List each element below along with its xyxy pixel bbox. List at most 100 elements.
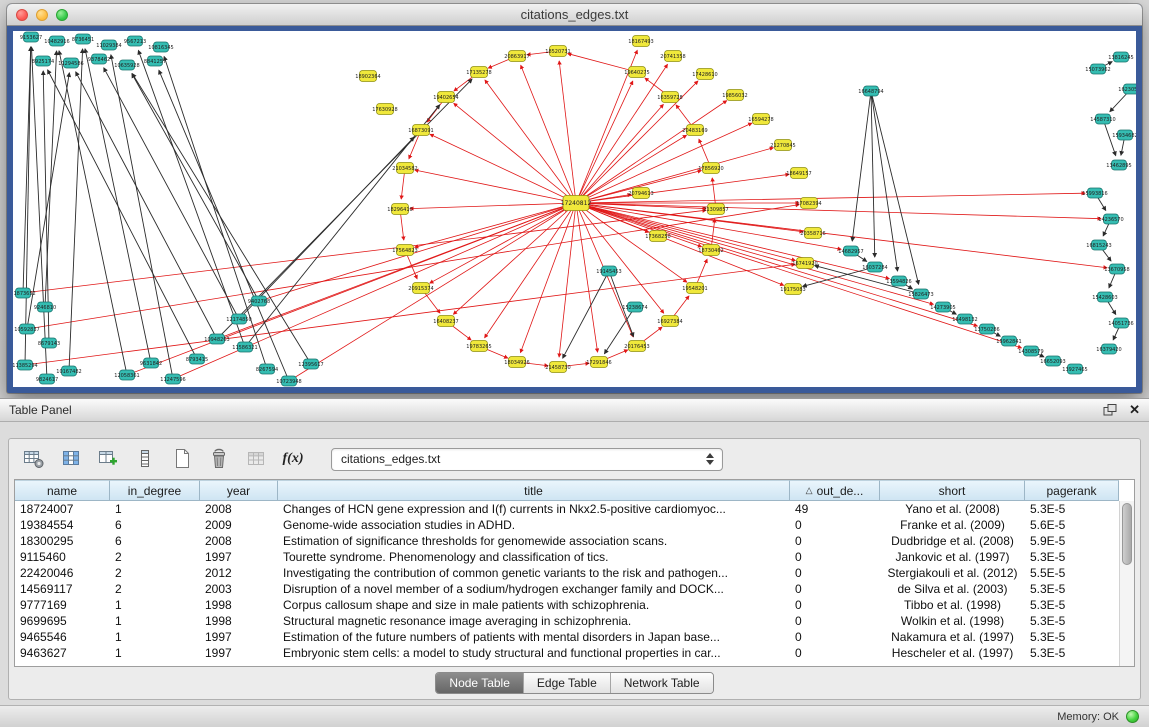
graph-node[interactable]: 17240812	[561, 196, 592, 211]
graph-node[interactable]: 19548201	[682, 283, 707, 294]
graph-node[interactable]: 9631842	[140, 358, 162, 368]
graph-node[interactable]: 18730462	[698, 245, 723, 256]
graph-node[interactable]: 16741920	[792, 258, 817, 269]
table-row[interactable]: 1456911722003Disruption of a novel membe…	[15, 581, 1134, 597]
graph-node[interactable]: 11873652	[13, 288, 36, 298]
tab-edge-table[interactable]: Edge Table	[524, 673, 611, 693]
graph-node[interactable]: 20358716	[800, 228, 825, 239]
table-row[interactable]: 2242004622012Investigating the contribut…	[15, 565, 1134, 581]
graph-node[interactable]: 17630928	[372, 104, 397, 115]
graph-node[interactable]: 8679143	[38, 338, 60, 348]
graph-node[interactable]: 12395617	[298, 359, 323, 369]
graph-node[interactable]: 13927465	[1062, 364, 1087, 374]
graph-node[interactable]: 20915374	[408, 283, 433, 294]
graph-node[interactable]: 15826473	[908, 289, 933, 299]
graph-node[interactable]: 15962841	[996, 336, 1021, 346]
graph-node[interactable]: 16379420	[1096, 344, 1121, 354]
graph-node[interactable]: 11029384	[96, 40, 121, 50]
graph-node[interactable]: 9246810	[34, 302, 56, 312]
graph-node[interactable]: 14051736	[1108, 318, 1133, 328]
graph-node[interactable]: 10482916	[44, 36, 69, 46]
graph-node[interactable]: 14273905	[930, 302, 955, 312]
graph-node[interactable]: 17856920	[698, 163, 723, 174]
graph-node[interactable]: 14236570	[1098, 214, 1123, 224]
graph-node[interactable]: 9824617	[36, 374, 58, 384]
graph-node[interactable]: 20741358	[660, 51, 685, 62]
table-row[interactable]: 911546021997Tourette syndrome. Phenomeno…	[15, 549, 1134, 565]
tab-node-table[interactable]: Node Table	[436, 673, 524, 693]
column-header-name[interactable]: name	[15, 480, 110, 501]
graph-node[interactable]: 18296410	[387, 204, 412, 215]
graph-node[interactable]: 17082394	[796, 198, 821, 209]
graph-node[interactable]: 9567213	[124, 36, 146, 46]
table-row[interactable]: 969969511998Structural magnetic resonanc…	[15, 613, 1134, 629]
graph-node[interactable]: 10816345	[148, 42, 173, 52]
graph-node[interactable]: 8841257	[144, 56, 166, 66]
graph-node[interactable]: 17135278	[466, 67, 491, 78]
graph-node[interactable]: 21309857	[703, 204, 728, 215]
column-header-short[interactable]: short	[880, 480, 1025, 501]
graph-node[interactable]: 19402654	[433, 92, 458, 103]
graph-node[interactable]: 16230587	[1118, 84, 1136, 94]
graph-node[interactable]: 8267594	[256, 364, 278, 374]
close-panel-icon[interactable]: ✕	[1129, 402, 1140, 418]
graph-node[interactable]: 9402768	[248, 296, 270, 306]
graph-node[interactable]: 16648794	[858, 86, 883, 96]
graph-node[interactable]: 9153627	[20, 32, 42, 42]
graph-node[interactable]: 16408237	[433, 316, 458, 327]
graph-node[interactable]: 20176453	[624, 341, 649, 352]
graph-node[interactable]: 18520731	[545, 46, 570, 57]
graph-node[interactable]: 18034926	[504, 357, 529, 368]
graph-node[interactable]: 17428610	[692, 69, 717, 80]
network-view[interactable]: 1724081218520731208639171713527819402654…	[13, 31, 1136, 387]
graph-node[interactable]: 8736451	[72, 34, 94, 44]
graph-node[interactable]: 15428603	[1092, 292, 1117, 302]
create-column-icon[interactable]	[95, 446, 121, 472]
graph-node[interactable]: 15993816	[1082, 188, 1107, 198]
graph-node[interactable]: 21270845	[770, 140, 795, 151]
column-header-out_de[interactable]: △out_de...	[790, 480, 880, 501]
graph-node[interactable]: 18167493	[628, 36, 653, 47]
graph-node[interactable]: 21034582	[392, 163, 417, 174]
graph-node[interactable]: 10635928	[114, 60, 139, 70]
graph-node[interactable]: 16652093	[1040, 356, 1065, 366]
rows-icon[interactable]	[132, 446, 158, 472]
tab-network-table[interactable]: Network Table	[611, 673, 713, 693]
table-row[interactable]: 946362711997Embryonic stem cells: a mode…	[15, 645, 1134, 661]
graph-node[interactable]: 10167482	[56, 366, 81, 376]
table-row[interactable]: 946554611997Estimation of the future num…	[15, 629, 1134, 645]
graph-node[interactable]: 9378462	[88, 54, 110, 64]
graph-node[interactable]: 21458730	[545, 362, 570, 373]
import-table-icon[interactable]	[243, 446, 269, 472]
graph-node[interactable]: 16359728	[657, 92, 682, 103]
graph-node[interactable]: 13670958	[1104, 264, 1129, 274]
float-panel-icon[interactable]	[1103, 404, 1117, 416]
graph-node[interactable]: 20794613	[628, 188, 653, 199]
scrollbar-thumb[interactable]	[1122, 503, 1132, 565]
table-row[interactable]: 1830029562008Estimation of significance …	[15, 533, 1134, 549]
new-document-icon[interactable]	[169, 446, 195, 472]
graph-node[interactable]: 13750286	[974, 324, 999, 334]
graph-node[interactable]: 16498132	[952, 314, 977, 324]
table-scrollbar[interactable]	[1119, 501, 1134, 666]
function-builder-icon[interactable]: f(x)	[280, 446, 306, 472]
column-header-year[interactable]: year	[200, 480, 278, 501]
graph-node[interactable]: 14308579	[1018, 346, 1043, 356]
table-row[interactable]: 1872400712008Changes of HCN gene express…	[15, 501, 1134, 517]
graph-node[interactable]: 8793415	[186, 354, 208, 364]
column-header-pagerank[interactable]: pagerank	[1025, 480, 1119, 501]
graph-node[interactable]: 19145453	[596, 266, 621, 276]
graph-node[interactable]: 11294586	[58, 58, 83, 68]
column-header-in_degree[interactable]: in_degree	[110, 480, 200, 501]
graph-node[interactable]: 18902364	[355, 71, 380, 82]
graph-node[interactable]: 14682957	[838, 246, 863, 256]
graph-node[interactable]: 18649157	[786, 168, 811, 179]
graph-node[interactable]: 8925174	[32, 56, 54, 66]
graph-node[interactable]: 19640275	[624, 67, 649, 78]
table-mode-icon[interactable]	[21, 446, 47, 472]
graph-node[interactable]: 20483169	[682, 125, 707, 136]
graph-node[interactable]: 13594826	[886, 276, 911, 286]
table-row[interactable]: 977716911998Corpus callosum shape and si…	[15, 597, 1134, 613]
graph-node[interactable]: 10723948	[276, 376, 301, 386]
graph-node[interactable]: 15934682	[1112, 130, 1136, 140]
